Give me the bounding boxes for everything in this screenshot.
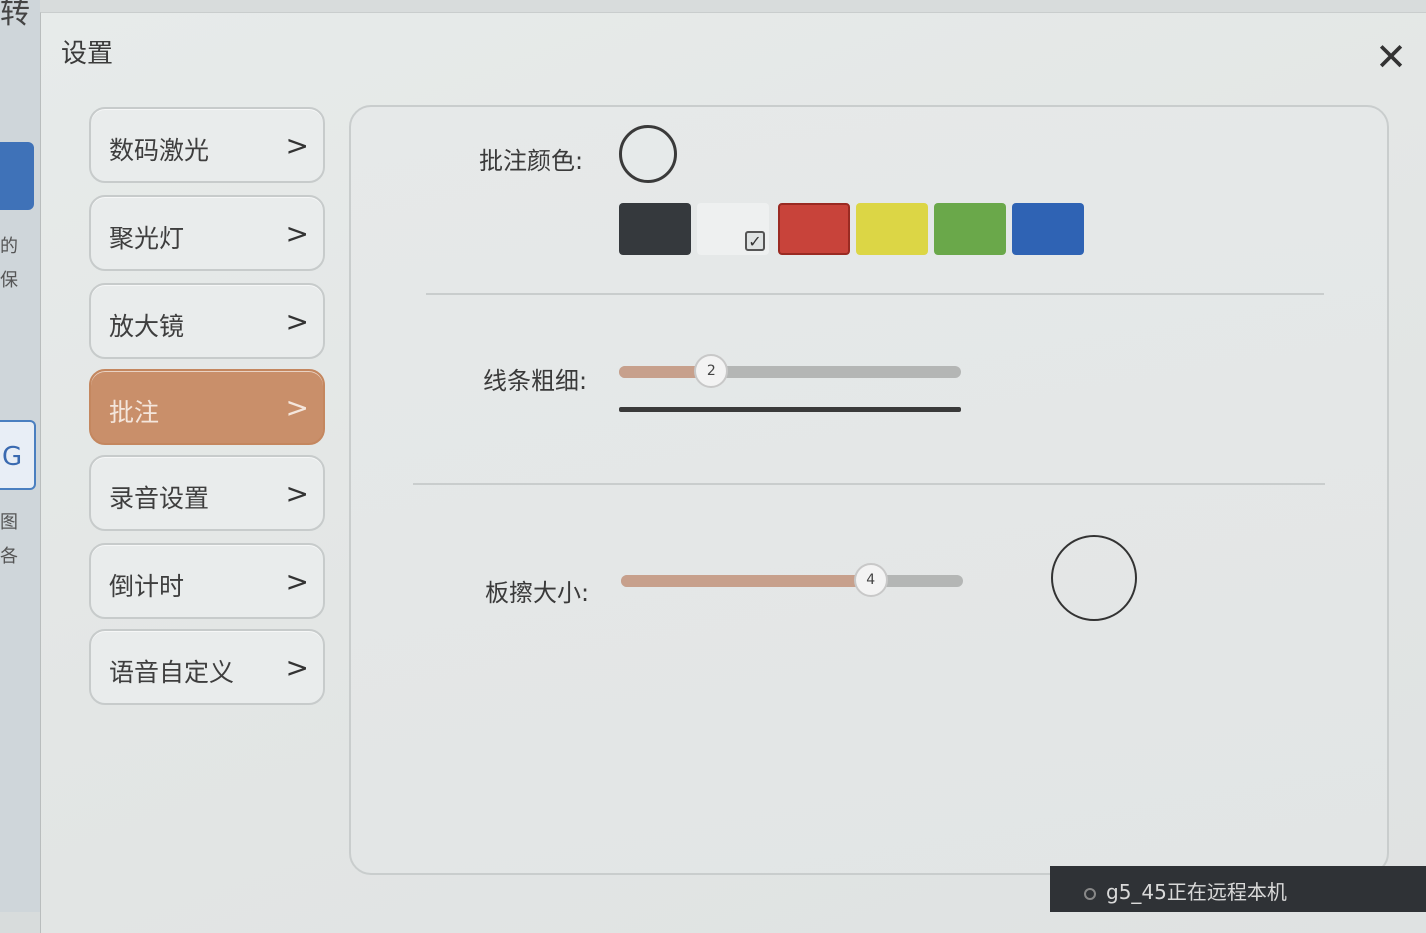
chevron-right-icon: > [285,651,309,684]
chevron-right-icon: > [285,129,309,162]
divider [413,483,1325,485]
slider-fill [621,575,871,587]
checkbox-icon: ✓ [745,231,765,251]
nav-item-label: 批注 [109,398,160,427]
color-swatch-yellow[interactable] [856,203,928,255]
color-swatch-white[interactable]: ✓ [697,203,769,255]
remote-status-bar: g5_45正在远程本机 [1050,866,1426,912]
nav-item-spotlight[interactable]: 聚光灯 > [89,195,325,271]
eraser-size-preview [1051,535,1137,621]
slider-thumb[interactable]: 4 [853,563,888,597]
nav-item-label: 语音自定义 [109,658,235,687]
color-swatch-blue[interactable] [1012,203,1084,255]
nav-item-countdown[interactable]: 倒计时 > [89,543,325,619]
nav-item-digital-laser[interactable]: 数码激光 > [89,107,325,183]
chevron-right-icon: > [285,565,309,598]
desktop-file-label: 图 [0,512,18,533]
desktop-image-file-icon[interactable]: G [0,420,36,490]
chevron-right-icon: > [285,391,309,424]
dialog-title: 设置 [61,39,114,69]
chevron-right-icon: > [285,305,309,338]
nav-item-label: 倒计时 [109,572,185,601]
color-swatch-green[interactable] [934,203,1006,255]
close-icon[interactable]: ✕ [1371,37,1411,77]
nav-item-label: 聚光灯 [109,224,185,253]
chevron-right-icon: > [285,217,309,250]
desktop-file-label: 的 [0,236,18,257]
nav-item-annotation[interactable]: 批注 > [89,369,325,445]
slider-thumb[interactable]: 2 [694,354,729,388]
line-thickness-preview [619,407,961,412]
desktop-file-label: 保 [0,270,18,291]
line-thickness-slider[interactable]: 2 [619,352,961,392]
color-swatch-red[interactable] [778,203,850,255]
status-icon [1084,888,1096,900]
desktop-file-icon[interactable] [0,142,34,210]
background-window-title: 转 [0,0,30,31]
eraser-size-label: 板擦大小: [485,579,590,607]
settings-dialog: 设置 ✕ 数码激光 > 聚光灯 > 放大镜 > 批注 > 录音设置 > 倒计时 … [40,12,1426,933]
divider [426,293,1324,295]
nav-item-voice-custom[interactable]: 语音自定义 > [89,629,325,705]
status-text: g5_45正在远程本机 [1106,880,1287,904]
annotation-color-label: 批注颜色: [479,147,584,175]
color-swatch-black[interactable] [619,203,691,255]
chevron-right-icon: > [285,477,309,510]
nav-item-recording-settings[interactable]: 录音设置 > [89,455,325,531]
nav-item-label: 数码激光 [109,136,210,165]
nav-item-label: 放大镜 [109,312,185,341]
line-thickness-label: 线条粗细: [483,367,588,395]
desktop-file-label: 各 [0,546,18,567]
nav-item-label: 录音设置 [109,484,210,513]
color-preview-circle [619,125,677,183]
eraser-size-slider[interactable]: 4 [621,561,963,601]
nav-item-magnifier[interactable]: 放大镜 > [89,283,325,359]
